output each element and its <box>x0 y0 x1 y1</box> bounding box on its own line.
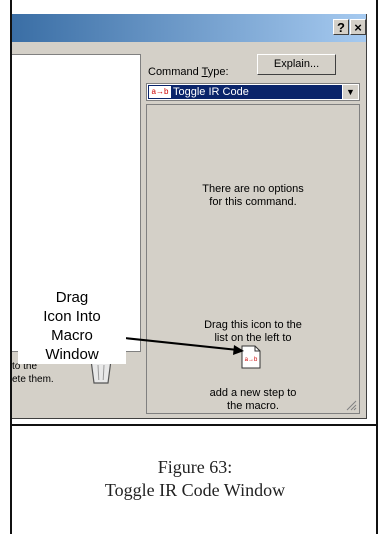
caption-line-1: Figure 63: <box>157 457 233 477</box>
callout-label: Drag Icon Into Macro Window <box>18 288 126 364</box>
callout-arrow <box>85 333 244 355</box>
figure-caption: Figure 63: Toggle IR Code Window <box>12 456 378 502</box>
caption-line-2: Toggle IR Code Window <box>104 480 286 500</box>
